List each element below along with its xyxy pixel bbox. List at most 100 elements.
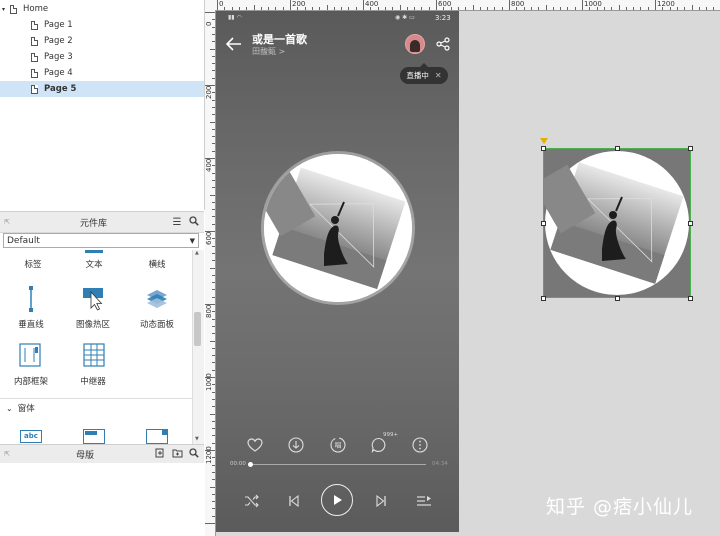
widget-text-area[interactable] (62, 426, 124, 444)
ruler-tick (212, 347, 215, 349)
ruler-tick (212, 19, 215, 21)
ruler-tick (212, 428, 215, 430)
page-tree-item[interactable]: Page 4 (0, 65, 204, 81)
widget-droplist[interactable] (126, 426, 188, 444)
ruler-tick (479, 7, 481, 10)
library-scroll-thumb[interactable] (194, 312, 201, 346)
resize-handle[interactable] (688, 146, 693, 151)
ruler-tick (436, 0, 437, 10)
resize-handle[interactable] (688, 221, 693, 226)
resize-handle[interactable] (615, 296, 620, 301)
playlist-icon[interactable] (416, 494, 432, 508)
pages-panel: ▾ Home Page 1 Page 2 Page 3 Page 4 Page … (0, 0, 205, 210)
album-disc[interactable] (264, 154, 412, 302)
progress-knob[interactable] (248, 462, 253, 467)
page-label: Page 1 (44, 20, 73, 30)
comment-button[interactable]: 999+ (369, 432, 398, 455)
library-select[interactable]: Default ▼ (3, 233, 199, 248)
resize-handle[interactable] (541, 221, 546, 226)
next-icon[interactable] (375, 494, 387, 508)
ruler-tick (212, 33, 215, 35)
ruler-tick (341, 7, 343, 10)
add-master-icon[interactable] (153, 448, 167, 461)
resize-handle[interactable] (688, 296, 693, 301)
ruler-tick (212, 128, 215, 130)
ruler-tick (212, 362, 215, 364)
ruler-tick (212, 63, 215, 65)
ruler-tick (691, 5, 693, 10)
widget-text-field[interactable]: abc (0, 426, 62, 444)
page-tree-item-selected[interactable]: Page 5 (0, 81, 204, 97)
action-row: 唱 999+ (216, 432, 459, 459)
grip-icon[interactable]: ⇱ (0, 218, 14, 226)
ruler-tick (355, 7, 357, 10)
ruler-tick (282, 7, 284, 10)
watermark: 知乎 @痞小仙儿 (546, 496, 694, 518)
ruler-tick (212, 143, 215, 145)
collapse-icon[interactable]: ▾ (2, 6, 10, 13)
page-label: Page 3 (44, 52, 73, 62)
shuffle-icon[interactable] (244, 494, 260, 508)
page-tree-item[interactable]: Page 1 (0, 17, 204, 33)
like-button[interactable] (245, 435, 265, 455)
resize-handle[interactable] (541, 146, 546, 151)
ruler-tick (212, 209, 215, 211)
page-tree-home[interactable]: ▾ Home (0, 1, 204, 17)
resize-handle[interactable] (615, 146, 620, 151)
ruler-tick (212, 501, 215, 503)
ruler-label: 200 (292, 0, 306, 8)
ruler-tick (574, 7, 576, 10)
progress-bar[interactable]: 00:00 04:34 (230, 458, 448, 470)
download-button[interactable] (286, 435, 306, 455)
close-icon[interactable]: ✕ (435, 71, 442, 80)
play-button[interactable] (321, 484, 353, 516)
rotate-handle-icon[interactable] (540, 138, 548, 144)
more-button[interactable] (410, 435, 430, 455)
widget-hotspot[interactable]: 图像热区 (62, 286, 124, 330)
ruler-tick (212, 369, 215, 371)
scroll-down-icon[interactable]: ▼ (195, 436, 199, 442)
widget-inline-frame[interactable]: 内部框架 (0, 343, 62, 387)
widget-repeater[interactable]: 中继器 (62, 343, 124, 387)
ruler-tick (582, 0, 583, 10)
widget-text[interactable]: 文本 (63, 250, 125, 272)
ruler-tick (655, 0, 656, 10)
share-icon[interactable] (436, 37, 450, 51)
ruler-tick (640, 7, 642, 10)
grip-icon[interactable]: ⇱ (0, 450, 14, 458)
selected-image-widget[interactable] (543, 148, 691, 298)
ruler-tick (676, 7, 678, 10)
phone-mockup[interactable]: ▮▮ ◠ ◉ ✱ ▭ 3:23 或是一首歌 田馥甄 > 直播中 ✕ 唱 999+… (216, 11, 459, 532)
ruler-tick (246, 7, 248, 10)
resize-handle[interactable] (541, 296, 546, 301)
ruler-tick (501, 7, 503, 10)
library-scrollbar[interactable]: ▲ ▼ (192, 250, 204, 444)
previous-icon[interactable] (288, 494, 300, 508)
add-folder-icon[interactable] (170, 448, 184, 461)
live-badge[interactable]: 直播中 ✕ (400, 63, 448, 84)
menu-icon[interactable]: ☰ (170, 217, 184, 228)
ruler-tick (290, 0, 291, 10)
scroll-up-icon[interactable]: ▲ (195, 250, 199, 256)
ruler-tick (210, 340, 215, 342)
ruler-tick (611, 7, 613, 10)
page-tree-item[interactable]: Page 2 (0, 33, 204, 49)
back-arrow-icon[interactable] (226, 37, 242, 51)
search-icon[interactable] (187, 447, 201, 461)
ruler-tick (465, 7, 467, 10)
widget-hline[interactable]: 横线 (126, 250, 188, 272)
ruler-tick (384, 7, 386, 10)
widget-dynamic-panel[interactable]: 动态面板 (126, 286, 188, 330)
widget-label[interactable]: 标签 (2, 250, 64, 272)
song-artist[interactable]: 田馥甄 > (252, 46, 285, 57)
sing-button[interactable]: 唱 (328, 435, 348, 455)
search-icon[interactable] (187, 215, 201, 229)
avatar[interactable] (405, 34, 425, 54)
widget-vertical-line[interactable]: 垂直线 (0, 286, 62, 330)
ruler-tick (205, 523, 215, 524)
album-art-image (264, 154, 412, 302)
section-form-header[interactable]: ⌄ 窗体 (0, 398, 192, 417)
ruler-tick (212, 406, 215, 408)
page-tree-item[interactable]: Page 3 (0, 49, 204, 65)
progress-track[interactable] (250, 464, 426, 465)
